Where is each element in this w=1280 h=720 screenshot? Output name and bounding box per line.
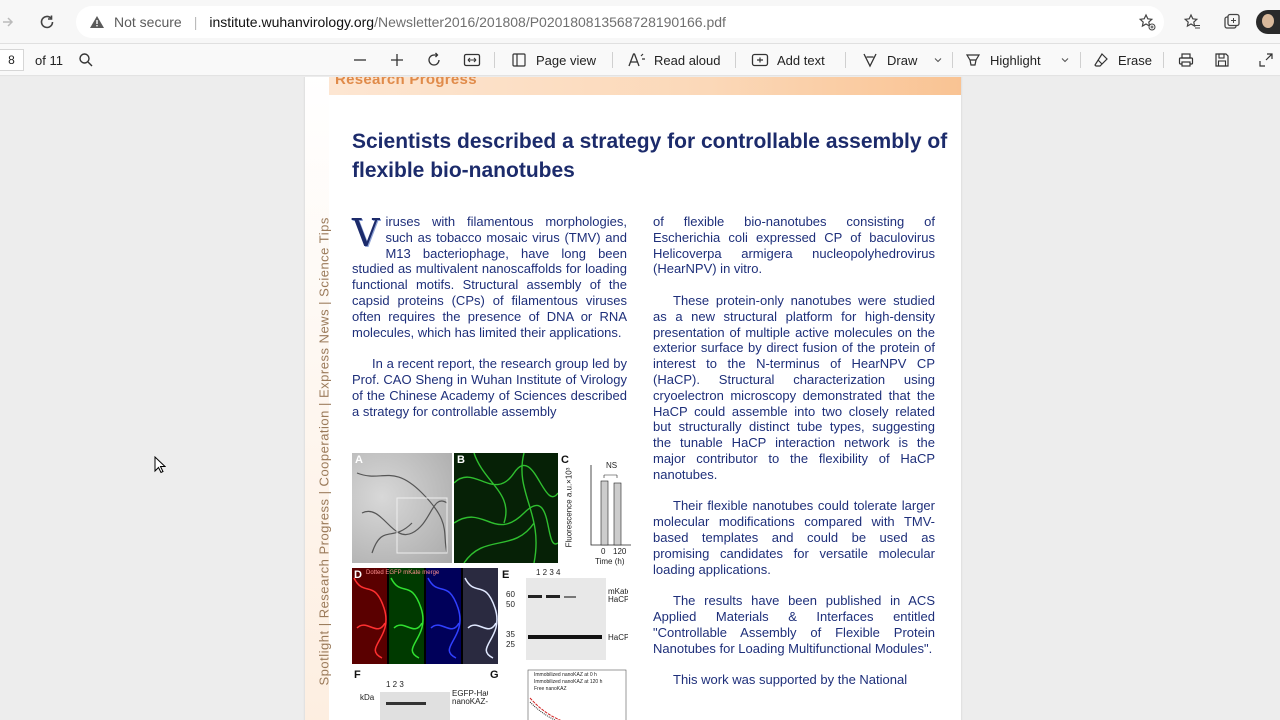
figure: A B C NS Fluorescence a.u.×10³ 0 120 Tim… (352, 453, 631, 720)
kda-60: 60 (506, 590, 515, 599)
g-legend-3: Free nanoKAZ (534, 686, 567, 692)
eraser-icon (1092, 51, 1110, 69)
print-icon[interactable] (1178, 44, 1194, 76)
page-view-button[interactable]: Page view (510, 44, 596, 76)
highlight-chevron-down-icon[interactable] (1060, 44, 1070, 76)
figure-label-e: E (502, 569, 510, 581)
figure-label-a: A (355, 454, 363, 466)
figure-panel-d: D Dotted EGFP mKate merge (352, 568, 498, 664)
url-path: /Newsletter2016/201808/P0201808135687281… (374, 14, 726, 30)
figure-panel-b: B (454, 453, 558, 563)
tick-0: 0 (601, 547, 606, 556)
article-title: Scientists described a strategy for cont… (352, 130, 948, 182)
figure-panel-g: G Immobilized nanoKAZ at 0 h Immobilized… (488, 668, 628, 720)
kda-25: 25 (506, 640, 515, 649)
pdf-toolbar: 8 of 11 Page view Read aloud Add text Dr… (0, 44, 1280, 76)
tick-120: 120 (613, 547, 627, 556)
f-lane-numbers: 1 2 3 (386, 680, 404, 689)
g-legend-2: Immobilized nanoKAZ at 120 h (534, 679, 603, 685)
erase-label: Erase (1118, 52, 1152, 68)
paragraph: This work was supported by the National (673, 672, 908, 688)
e-lane-numbers: 1 2 3 4 (536, 568, 561, 577)
right-column: of flexible bio-nanotubes consisting of … (653, 214, 935, 704)
figure-panel-f: F 1 2 3 kDa EGFP-HaCP nanoKAZ- (352, 668, 500, 720)
profile-avatar[interactable] (1256, 10, 1280, 34)
search-icon[interactable] (78, 44, 94, 76)
pdf-page: Research Progress Spotlight | Research P… (305, 77, 961, 720)
favorites-icon[interactable] (1181, 11, 1203, 33)
collections-icon[interactable] (1221, 11, 1243, 33)
url-host: institute.wuhanvirology.org (209, 14, 375, 30)
url-divider: | (193, 14, 198, 30)
drop-cap: V (352, 211, 380, 255)
read-aloud-icon (628, 51, 646, 69)
add-favorite-icon[interactable] (1136, 11, 1158, 33)
d-channel-labels: Dotted EGFP mKate merge (366, 570, 440, 576)
time-axis-label: Time (h) (595, 557, 625, 566)
highlight-button[interactable]: Highlight (964, 44, 1041, 76)
mkate-hacp-label: mKate-HaCP (608, 587, 628, 604)
figure-panel-a: A (352, 453, 452, 563)
warning-icon[interactable] (88, 13, 106, 31)
refresh-icon[interactable] (36, 11, 58, 33)
pdf-viewer[interactable]: Research Progress Spotlight | Research P… (0, 77, 1280, 720)
save-icon[interactable] (1214, 44, 1230, 76)
highlight-label: Highlight (990, 52, 1041, 68)
page-total-label: of 11 (35, 52, 63, 68)
draw-icon (861, 51, 879, 69)
paragraph: iruses with filamentous morphologies, su… (352, 214, 627, 340)
add-text-icon (751, 51, 769, 69)
zoom-out-icon[interactable] (352, 44, 368, 76)
add-text-label: Add text (777, 52, 825, 68)
paragraph: These protein-only nanotubes were studie… (653, 292, 935, 482)
paragraph: In a recent report, the research group l… (352, 356, 627, 419)
read-aloud-button[interactable]: Read aloud (628, 44, 721, 76)
highlighter-icon (964, 51, 982, 69)
forward-icon[interactable] (0, 11, 16, 33)
rotate-icon[interactable] (426, 44, 442, 76)
page-view-icon (510, 51, 528, 69)
read-aloud-label: Read aloud (654, 52, 721, 68)
not-secure-label[interactable]: Not secure (114, 14, 182, 30)
url-field[interactable]: Not secure | institute.wuhanvirology.org… (76, 6, 1164, 38)
fluorescence-axis-label: Fluorescence a.u.×10³ (564, 467, 574, 548)
figure-label-d: D (354, 569, 362, 581)
g-legend-1: Immobilized nanoKAZ at 0 h (534, 672, 597, 678)
figure-label-b: B (457, 454, 465, 466)
browser-address-bar: Not secure | institute.wuhanvirology.org… (0, 0, 1280, 44)
hacp-label: HaCP (608, 633, 628, 642)
kda-50: 50 (506, 600, 515, 609)
figure-panel-c: C NS Fluorescence a.u.×10³ 0 120 Time (h… (559, 453, 631, 568)
kda-35: 35 (506, 630, 515, 639)
paragraph: of flexible bio-nanotubes consisting of … (653, 214, 935, 277)
f-kda-label: kDa (360, 693, 375, 702)
page-view-label: Page view (536, 52, 596, 68)
erase-button[interactable]: Erase (1092, 44, 1152, 76)
sidebar-nav-text: Spotlight | Research Progress | Cooperat… (316, 217, 332, 686)
draw-chevron-down-icon[interactable] (933, 44, 943, 76)
mouse-cursor-icon (154, 456, 166, 474)
draw-button[interactable]: Draw (861, 44, 917, 76)
figure-label-f: F (354, 669, 361, 681)
zoom-in-icon[interactable] (389, 44, 405, 76)
page-number-field[interactable]: 8 (0, 49, 24, 71)
paragraph: The results have been published in ACS A… (653, 593, 935, 656)
draw-label: Draw (887, 52, 918, 68)
fullscreen-icon[interactable] (1258, 44, 1274, 76)
left-column: Viruses with filamentous morphologies, s… (352, 214, 627, 435)
section-header: Research Progress (335, 77, 477, 88)
fit-page-icon[interactable] (463, 44, 481, 76)
add-text-button[interactable]: Add text (751, 44, 825, 76)
figure-panel-e: E 1 2 3 4 60 50 35 25 mKate-HaCP HaCP (500, 568, 628, 664)
paragraph: Their flexible nanotubes could tolerate … (653, 498, 935, 577)
